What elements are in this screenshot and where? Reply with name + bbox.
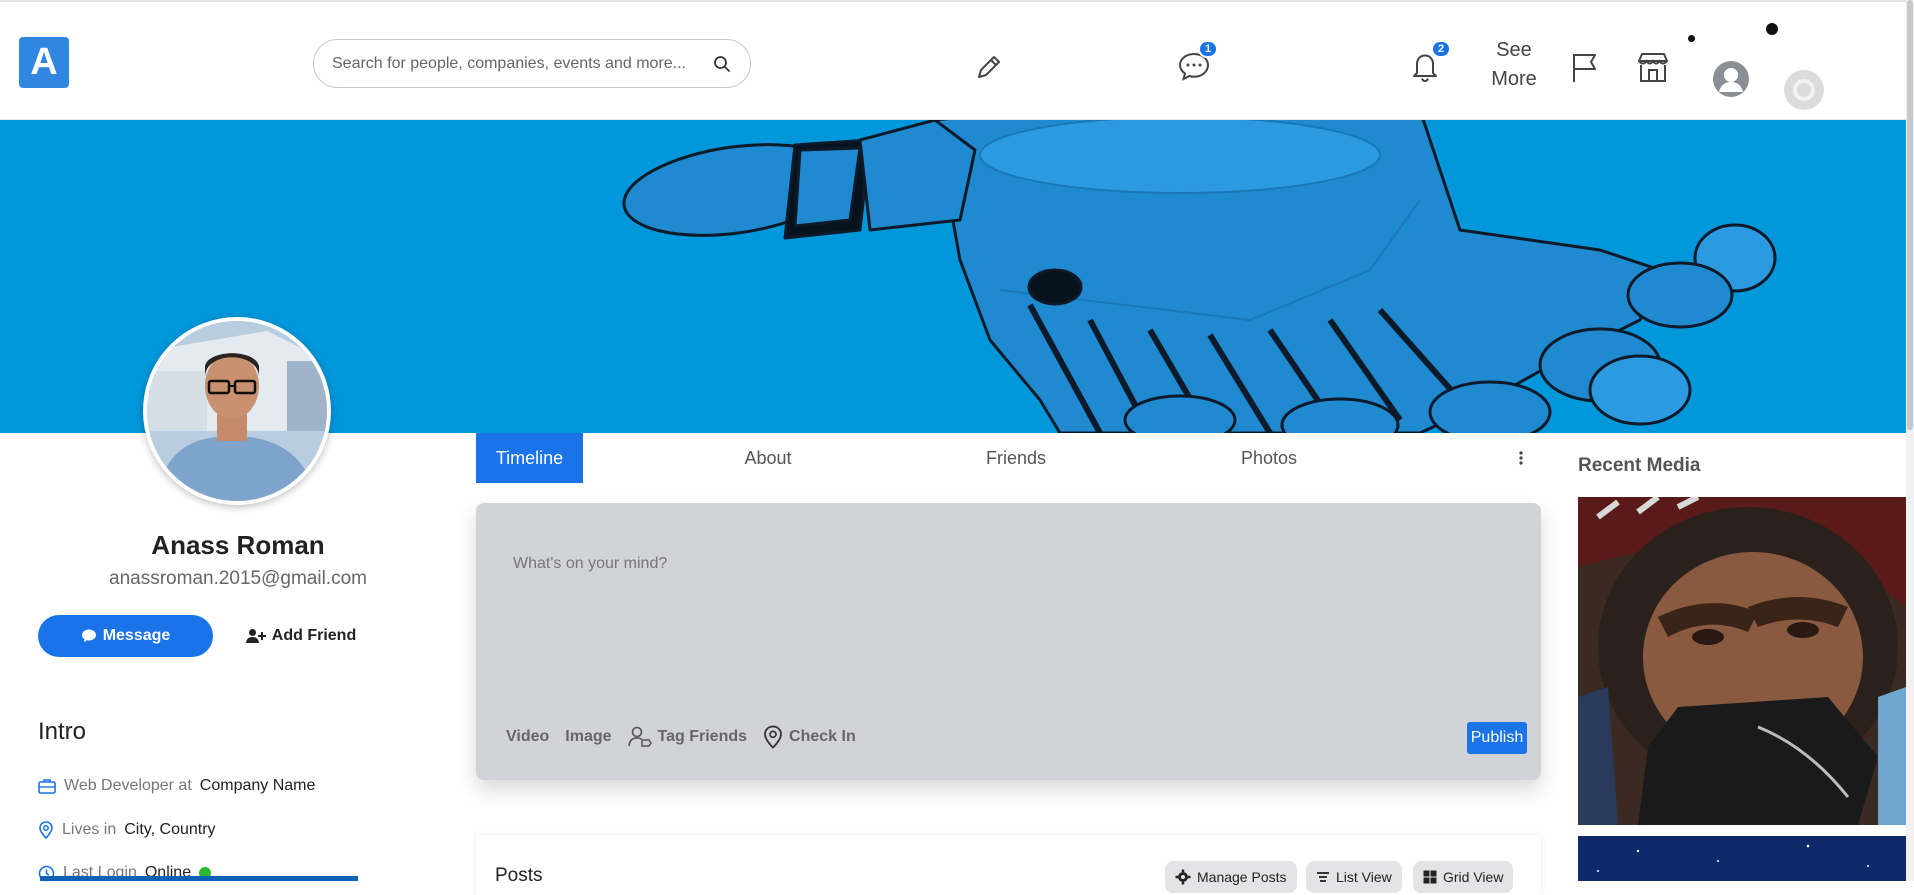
- message-button[interactable]: Message: [38, 615, 213, 657]
- settings-icon: [1784, 70, 1824, 110]
- location-pin-icon: [39, 821, 53, 839]
- recent-media-item[interactable]: [1578, 836, 1906, 881]
- manage-posts-label: Manage Posts: [1197, 869, 1287, 885]
- user-menu[interactable]: [1712, 60, 1750, 98]
- posts-title: Posts: [495, 865, 543, 886]
- add-friend-label: Add Friend: [271, 627, 357, 644]
- intro-location-place: City, Country: [124, 821, 216, 838]
- tab-photos[interactable]: Photos: [1204, 433, 1334, 483]
- recent-media-title: Recent Media: [1578, 455, 1701, 476]
- list-view-label: List View: [1336, 869, 1392, 885]
- tag-user-icon: [627, 726, 652, 747]
- grid-icon: [1423, 870, 1437, 884]
- check-in-label: Check In: [789, 728, 856, 745]
- loading-dot-large: [1766, 23, 1778, 35]
- add-friend-button[interactable]: Add Friend: [236, 615, 366, 657]
- tag-friends-label: Tag Friends: [657, 728, 748, 745]
- profile-email: anassroman.2015@gmail.com: [109, 568, 367, 589]
- grid-view-button[interactable]: Grid View: [1413, 861, 1514, 893]
- messages-badge: 1: [1198, 40, 1218, 58]
- settings-toggle[interactable]: [1783, 69, 1825, 111]
- list-view-button[interactable]: List View: [1306, 861, 1402, 893]
- tab-friends[interactable]: Friends: [951, 433, 1081, 483]
- chat-dock-bar[interactable]: [40, 876, 358, 881]
- profile-name: Anass Roman: [151, 530, 325, 560]
- recent-media-item[interactable]: [1578, 497, 1906, 825]
- publish-button[interactable]: Publish: [1467, 722, 1527, 754]
- tag-friends-button[interactable]: Tag Friends: [627, 726, 748, 748]
- add-image-button[interactable]: Image: [565, 728, 611, 746]
- check-in-button[interactable]: Check In: [763, 725, 856, 749]
- add-video-label: Video: [506, 728, 550, 745]
- posts-section: Posts Manage Posts List View Grid View: [476, 835, 1541, 895]
- message-icon: [81, 629, 96, 642]
- composer-text-input[interactable]: What's on your mind?: [513, 555, 667, 573]
- add-image-label: Image: [565, 728, 612, 745]
- tab-more-options[interactable]: [1506, 433, 1536, 483]
- scrollbar-thumb[interactable]: [1907, 0, 1913, 430]
- app-logo[interactable]: A: [19, 37, 69, 88]
- see-more-link[interactable]: See More: [1476, 36, 1552, 94]
- profile-photo: [147, 321, 327, 501]
- user-plus-icon: [245, 629, 266, 643]
- see-more-line1: See: [1496, 39, 1532, 61]
- create-post-nav[interactable]: [972, 50, 1006, 84]
- intro-job: Web Developer at Company Name: [38, 777, 315, 795]
- store-icon: [1638, 53, 1668, 82]
- post-composer: What's on your mind? Video Image Tag Fri…: [476, 503, 1541, 780]
- intro-location-prefix: Lives in: [62, 821, 117, 838]
- profile-avatar[interactable]: [143, 317, 331, 505]
- composer-actions: Video Image Tag Friends Check In: [506, 725, 856, 749]
- search-bar[interactable]: [313, 39, 751, 88]
- profile-tabs: Timeline About Friends Photos: [476, 433, 1541, 483]
- intro-job-company[interactable]: Company Name: [200, 777, 316, 795]
- pages-nav[interactable]: [1568, 50, 1600, 84]
- grid-view-label: Grid View: [1443, 869, 1504, 885]
- gear-icon: [1175, 869, 1191, 885]
- loading-dot-small: [1688, 35, 1695, 42]
- location-pin-icon: [764, 725, 782, 749]
- top-navbar: A 1 2 See More: [0, 0, 1914, 120]
- message-button-label: Message: [102, 627, 171, 644]
- search-icon[interactable]: [712, 54, 732, 74]
- flag-icon: [1573, 54, 1596, 82]
- see-more-line2: More: [1491, 68, 1537, 90]
- media-photo-night-sky: [1578, 836, 1906, 881]
- intro-title: Intro: [38, 718, 87, 745]
- tab-about[interactable]: About: [713, 433, 823, 483]
- vertical-dots-icon: [1519, 451, 1523, 465]
- search-input[interactable]: [332, 54, 712, 73]
- add-video-button[interactable]: Video: [506, 728, 549, 746]
- intro-job-prefix: Web Developer at: [64, 777, 192, 794]
- user-avatar-icon: [1713, 61, 1749, 97]
- tab-timeline[interactable]: Timeline: [476, 433, 583, 483]
- media-photo-pilot: [1578, 497, 1906, 825]
- notifications-badge: 2: [1431, 40, 1451, 58]
- marketplace-nav[interactable]: [1635, 50, 1671, 84]
- pencil-icon: [978, 56, 1000, 78]
- manage-posts-button[interactable]: Manage Posts: [1165, 861, 1297, 893]
- briefcase-icon: [38, 779, 56, 794]
- list-icon: [1317, 872, 1329, 882]
- intro-location: Lives in City, Country: [38, 821, 216, 839]
